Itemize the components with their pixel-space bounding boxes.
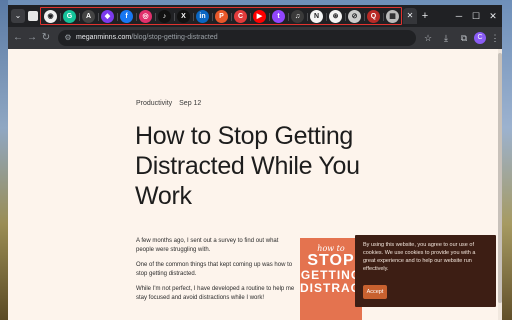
desktop-background-left — [0, 0, 8, 320]
tab-separator — [231, 13, 232, 21]
url-text: meganminns.com/blog/stop-getting-distrac… — [76, 30, 218, 46]
extensions-icon[interactable]: ⧉ — [457, 31, 471, 45]
canva-icon[interactable]: C — [234, 10, 247, 23]
pinned-tab-icon[interactable] — [28, 11, 38, 21]
producthunt-icon[interactable]: P — [215, 10, 228, 23]
article-category[interactable]: Productivity — [136, 100, 172, 107]
web-page: Productivity Sep 12 How to Stop Getting … — [8, 49, 502, 320]
article-body: A few months ago, I sent out a survey to… — [136, 237, 296, 309]
article-title: How to Stop Getting Distracted While You… — [135, 122, 360, 210]
back-icon[interactable]: ← — [11, 31, 25, 45]
book-line-4: DISTRACT — [300, 281, 362, 295]
url-host: meganminns.com — [76, 34, 132, 41]
x-icon[interactable]: X — [177, 10, 190, 23]
tab-separator — [79, 13, 80, 21]
quora-icon[interactable]: Q — [367, 10, 380, 23]
grammarly-icon[interactable]: G — [63, 10, 76, 23]
profile-avatar[interactable]: C — [474, 32, 486, 44]
tab-separator — [98, 13, 99, 21]
book-line-2: STOP — [307, 252, 355, 269]
browser-toolbar: ← → ↻ ⚙ meganminns.com/blog/stop-getting… — [8, 27, 502, 49]
article-paragraph: A few months ago, I sent out a survey to… — [136, 238, 279, 253]
tab-separator — [117, 13, 118, 21]
instagram-icon[interactable]: ◎ — [139, 10, 152, 23]
cookie-banner: By using this website, you agree to our … — [355, 235, 496, 307]
notion-icon[interactable]: N — [310, 10, 323, 23]
tab-separator — [155, 13, 156, 21]
facebook-icon[interactable]: f — [120, 10, 133, 23]
youtube-icon[interactable]: ▶ — [253, 10, 266, 23]
tab-separator — [345, 13, 346, 21]
tab-separator — [307, 13, 308, 21]
maximize-icon[interactable]: ☐ — [468, 9, 484, 23]
close-window-icon[interactable]: ✕ — [485, 9, 501, 23]
tab-separator — [269, 13, 270, 21]
site-info-icon[interactable]: ⚙ — [63, 33, 73, 43]
cookie-message: By using this website, you agree to our … — [363, 242, 476, 272]
tiktok-icon[interactable]: ♪ — [158, 10, 171, 23]
tab-separator — [212, 13, 213, 21]
scrollbar-thumb[interactable] — [498, 53, 502, 303]
address-bar[interactable]: ⚙ meganminns.com/blog/stop-getting-distr… — [58, 30, 416, 46]
tab-search-icon[interactable]: ⌄ — [11, 9, 25, 23]
music-icon[interactable]: ♫ — [291, 10, 304, 23]
forward-icon[interactable]: → — [25, 31, 39, 45]
bookmark-icon[interactable]: ▦ — [386, 10, 399, 23]
book-cover-image[interactable]: how to STOP GETTING DISTRACT — [300, 238, 362, 320]
tab-bar: ⌄ ◉ G A ◆ f ◎ ♪ Xin P C ▶ t ♫ N ⊛ ⊘ Q ▦ ✕ + ─ ☐ ✕ — [8, 5, 502, 27]
new-tab-button[interactable]: + — [418, 9, 432, 23]
tab-separator — [288, 13, 289, 21]
openai-icon[interactable]: ⊛ — [329, 10, 342, 23]
bookmark-star-icon[interactable]: ☆ — [421, 31, 435, 45]
minimize-icon[interactable]: ─ — [451, 9, 467, 23]
github-icon[interactable]: ◉ — [44, 10, 57, 23]
tab-separator — [60, 13, 61, 21]
desktop-background-right — [502, 0, 512, 320]
tab-separator — [174, 13, 175, 21]
tab-separator — [383, 13, 384, 21]
browser-window: ⌄ ◉ G A ◆ f ◎ ♪ Xin P C ▶ t ♫ N ⊛ ⊘ Q ▦ ✕ + ─ ☐ ✕ ← → ↻ ⚙… — [8, 5, 502, 320]
extension-icon[interactable]: A — [82, 10, 95, 23]
accept-cookies-button[interactable]: Accept — [363, 285, 387, 299]
tab-separator — [364, 13, 365, 21]
article-paragraph: One of the common things that kept comin… — [136, 262, 293, 277]
linkedin-icon[interactable]: in — [196, 10, 209, 23]
article-paragraph: While I'm not perfect, I have developed … — [136, 286, 295, 301]
tab-separator — [136, 13, 137, 21]
tab-separator — [326, 13, 327, 21]
reload-icon[interactable]: ↻ — [39, 31, 53, 45]
page-scrollbar[interactable] — [498, 49, 502, 320]
tab-separator — [193, 13, 194, 21]
url-path: /blog/stop-getting-distracted — [131, 34, 218, 41]
compass-icon[interactable]: ⊘ — [348, 10, 361, 23]
download-icon[interactable]: ⤓ — [439, 31, 453, 45]
tab-separator — [250, 13, 251, 21]
tab-group-highlight: ◉ G A ◆ f ◎ ♪ Xin P C ▶ t ♫ N ⊛ ⊘ Q ▦ — [40, 7, 402, 25]
obsidian-icon[interactable]: ◆ — [101, 10, 114, 23]
article-date: Sep 12 — [179, 100, 202, 107]
active-tab-close-icon[interactable]: ✕ — [403, 8, 417, 24]
twitch-icon[interactable]: t — [272, 10, 285, 23]
article-meta: Productivity Sep 12 — [136, 100, 201, 107]
more-menu-icon[interactable]: ⋮ — [488, 31, 502, 45]
